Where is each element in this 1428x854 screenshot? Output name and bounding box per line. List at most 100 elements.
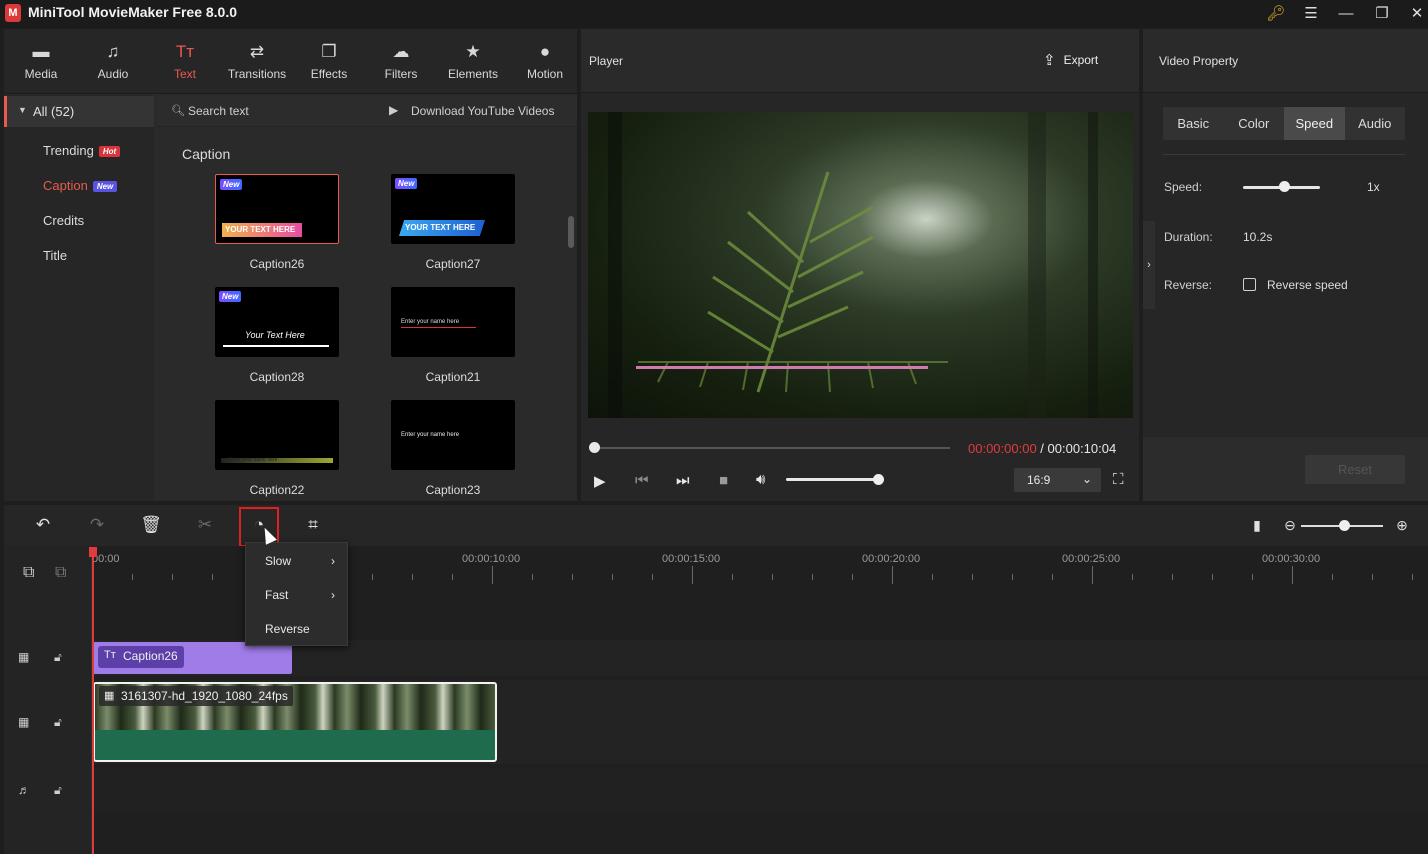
fit-zoom-icon[interactable]: ▮ [1246, 517, 1268, 534]
template-thumb-caption21[interactable]: Enter your name here [391, 287, 515, 357]
new-tag: New [220, 179, 243, 190]
template-thumb-caption28[interactable]: New Your Text Here [215, 287, 339, 357]
progress-knob[interactable] [589, 442, 600, 453]
crop-icon[interactable]: ⌗ [302, 515, 324, 535]
key-icon[interactable]: 🔑︎ [1259, 0, 1293, 26]
media-tabs: ▬ Media ♫ Audio Tт Text ⇄ Transitions ❐ Effec… [4, 29, 577, 94]
zoom-out-icon[interactable]: ⊖ [1279, 517, 1301, 534]
play-icon[interactable]: ▶ [594, 472, 606, 490]
tab-label: Filters [384, 66, 418, 81]
tab-speed[interactable]: Speed [1284, 107, 1345, 140]
category-trending[interactable]: Trending Hot [43, 143, 121, 158]
app-title: MiniTool MovieMaker Free 8.0.0 [28, 4, 238, 20]
search-input[interactable]: Search text [188, 104, 249, 118]
category-caption[interactable]: Caption New [43, 178, 118, 193]
tab-audio-property[interactable]: Audio [1345, 107, 1406, 140]
new-badge: New [92, 181, 118, 193]
current-time: 00:00:00:00 [968, 441, 1037, 456]
app-logo-icon: M [5, 4, 21, 22]
split-icon[interactable]: ✂ [194, 515, 216, 535]
menu-icon[interactable]: ☰ [1294, 0, 1328, 26]
aspect-ratio-value: 16:9 [1027, 473, 1051, 487]
template-name: Caption27 [425, 257, 481, 271]
tab-media[interactable]: ▬ Media [5, 29, 77, 94]
property-header: Video Property [1143, 29, 1428, 93]
menu-item-slow[interactable]: Slow › [246, 544, 349, 578]
export-button[interactable]: ⇪ Export [1043, 51, 1098, 69]
zoom-knob[interactable] [1339, 520, 1350, 531]
collapse-panel-handle[interactable]: › [1143, 221, 1155, 309]
category-all[interactable]: ▼ All (52) [4, 96, 154, 127]
category-credits[interactable]: Credits [43, 213, 84, 228]
reverse-checkbox[interactable] [1243, 278, 1256, 291]
tab-effects[interactable]: ❐ Effects [293, 29, 365, 94]
close-icon[interactable]: ✕ [1400, 0, 1428, 26]
lock-icon[interactable]: 🔓︎ [54, 783, 62, 798]
minimize-icon[interactable]: — [1329, 0, 1363, 26]
tab-audio[interactable]: ♫ Audio [77, 29, 149, 94]
stop-icon[interactable]: ■ [719, 472, 728, 489]
speed-label: Speed: [1164, 180, 1203, 194]
chevron-down-icon: ⌄ [1081, 472, 1092, 486]
volume-knob[interactable] [873, 474, 884, 485]
volume-slider[interactable] [786, 478, 879, 481]
video-clip[interactable]: ▦ 3161307-hd_1920_1080_24fps [93, 682, 497, 762]
zoom-in-icon[interactable]: ⊕ [1391, 517, 1413, 534]
template-name: Caption21 [425, 370, 481, 384]
template-thumb-caption26[interactable]: New YOUR TEXT HERE [215, 174, 339, 244]
tab-label: Audio [97, 66, 129, 81]
tab-label: Motion [526, 66, 564, 81]
video-clip-name: 3161307-hd_1920_1080_24fps [121, 689, 288, 703]
template-thumb-caption23[interactable]: Enter your name here [391, 400, 515, 470]
template-thumb-caption22[interactable]: Enter your name here [215, 400, 339, 470]
video-preview [588, 112, 1133, 418]
playhead[interactable] [92, 548, 94, 854]
category-title[interactable]: Title [43, 248, 67, 263]
reset-button[interactable]: Reset [1305, 455, 1405, 484]
media-icon: ▬ [32, 41, 50, 61]
speed-knob[interactable] [1279, 181, 1290, 192]
preview-text: Enter your name here [401, 432, 460, 438]
add-track-icon[interactable]: ⧉ [23, 564, 34, 582]
download-youtube-link[interactable]: Download YouTube Videos [411, 104, 554, 118]
tab-filters[interactable]: ☁ Filters [365, 29, 437, 94]
speed-value: 1x [1367, 180, 1380, 194]
tab-motion[interactable]: ● Motion [509, 29, 581, 94]
export-icon: ⇪ [1043, 52, 1056, 69]
lock-icon[interactable]: 🔓︎ [54, 650, 62, 665]
template-name: Caption28 [249, 370, 305, 384]
menu-item-reverse[interactable]: Reverse [246, 612, 349, 646]
tab-basic[interactable]: Basic [1163, 107, 1224, 140]
tab-elements[interactable]: ★ Elements [437, 29, 509, 94]
fullscreen-icon[interactable]: ⛶ [1113, 471, 1124, 488]
preview-text: YOUR TEXT HERE [225, 225, 296, 234]
next-frame-icon[interactable]: ⏭︎ [676, 472, 690, 489]
tab-text[interactable]: Tт Text [149, 29, 221, 94]
aspect-ratio-select[interactable]: 16:9 ⌄ [1014, 468, 1101, 492]
menu-item-fast[interactable]: Fast › [246, 578, 349, 612]
playhead-handle[interactable] [89, 547, 97, 557]
filters-icon: ☁ [392, 41, 410, 61]
section-title: Caption [182, 146, 231, 162]
ruler-label: 00:00:30:00 [1262, 553, 1321, 565]
fern-image [608, 112, 1098, 418]
tab-color[interactable]: Color [1224, 107, 1285, 140]
redo-icon[interactable]: ↷ [86, 515, 108, 535]
prev-frame-icon[interactable]: ⏮︎ [635, 472, 649, 489]
reverse-option-label[interactable]: Reverse speed [1267, 278, 1348, 292]
progress-track[interactable] [594, 447, 950, 449]
remove-track-icon[interactable]: ⧉ [55, 564, 66, 582]
preview-text: Enter your name here [401, 319, 460, 325]
template-scrollbar[interactable] [568, 216, 574, 248]
undo-icon[interactable]: ↶ [32, 515, 54, 535]
motion-icon: ● [539, 41, 551, 61]
delete-icon[interactable]: 🗑︎ [140, 515, 162, 535]
tab-transitions[interactable]: ⇄ Transitions [221, 29, 293, 94]
youtube-icon: ▶︎ [389, 103, 399, 117]
volume-icon[interactable]: 🔊︎ [756, 471, 765, 488]
template-thumb-caption27[interactable]: New YOUR TEXT HERE [391, 174, 515, 244]
lock-icon[interactable]: 🔓︎ [54, 715, 62, 730]
time-separator: / [1036, 441, 1048, 456]
video-clip-label: ▦ 3161307-hd_1920_1080_24fps [99, 686, 293, 706]
maximize-icon[interactable]: ❐ [1365, 0, 1399, 26]
